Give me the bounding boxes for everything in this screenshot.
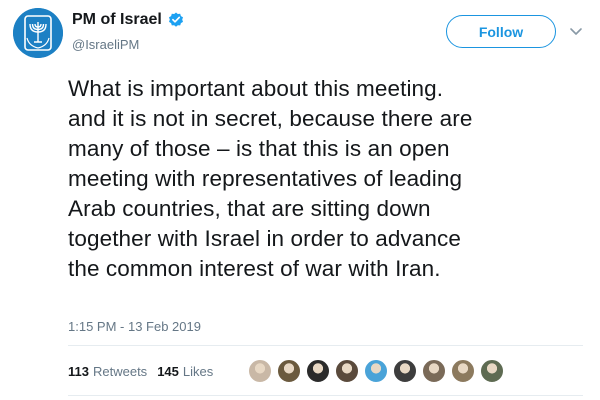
liker-avatar-2[interactable]	[277, 359, 301, 383]
likes-count: 145	[157, 364, 179, 379]
liker-avatar-9[interactable]	[480, 359, 504, 383]
chevron-down-icon[interactable]	[569, 24, 583, 38]
liker-avatar-8[interactable]	[451, 359, 475, 383]
display-name[interactable]: PM of Israel	[72, 11, 162, 29]
liker-avatar-7[interactable]	[422, 359, 446, 383]
verified-badge-icon	[168, 12, 184, 28]
likes-label: Likes	[182, 364, 214, 379]
divider	[68, 345, 583, 346]
liker-avatar-4[interactable]	[335, 359, 359, 383]
liker-avatar-5[interactable]	[364, 359, 388, 383]
retweets-label: Retweets	[92, 364, 148, 379]
divider	[68, 395, 583, 396]
account-name-row[interactable]: PM of Israel	[72, 9, 184, 31]
retweets-stat[interactable]: 113 Retweets	[68, 364, 147, 379]
liker-avatar-1[interactable]	[248, 359, 272, 383]
retweets-count: 113	[68, 364, 89, 379]
liker-avatar-3[interactable]	[306, 359, 330, 383]
tweet-stats: 113 Retweets 145 Likes	[68, 364, 223, 379]
account-handle[interactable]: @IsraeliPM	[72, 37, 139, 52]
follow-button[interactable]: Follow	[446, 15, 556, 48]
state-emblem-icon	[13, 8, 63, 58]
tweet-timestamp[interactable]: 1:15 PM - 13 Feb 2019	[68, 319, 201, 334]
tweet-text: What is important about this meeting. an…	[68, 76, 473, 281]
liker-avatar-6[interactable]	[393, 359, 417, 383]
likes-stat[interactable]: 145 Likes	[157, 364, 213, 379]
avatar[interactable]	[13, 8, 63, 58]
